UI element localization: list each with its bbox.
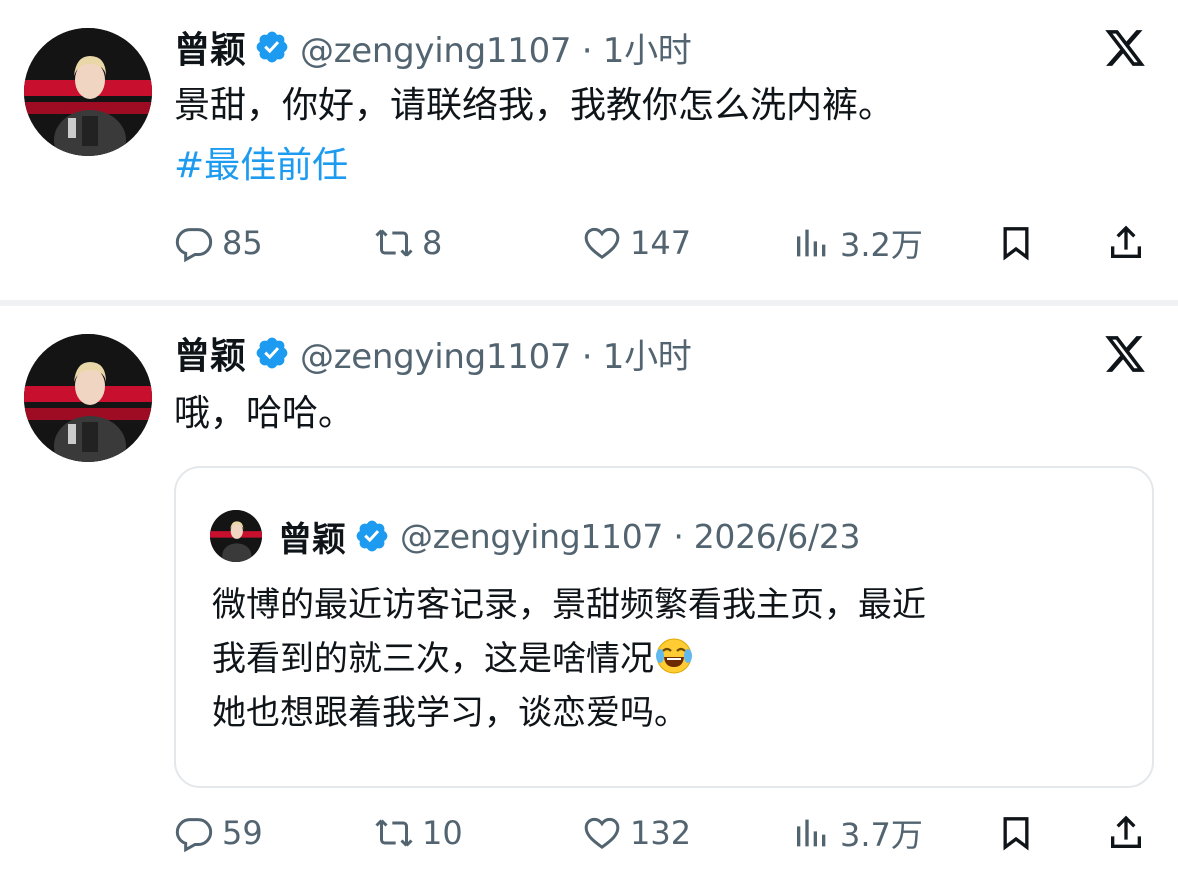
like-button[interactable]: 147 <box>582 218 691 268</box>
x-logo-icon[interactable] <box>1102 332 1148 376</box>
quote-line-text: 我看到的就三次，这是啥情况 <box>212 639 654 679</box>
quote-line: 微博的最近访客记录，景甜频繁看我主页，最近 <box>212 585 926 625</box>
handle-and-time[interactable]: @zengying1107 · 1小时 <box>300 23 692 72</box>
heart-icon <box>584 817 620 849</box>
verified-badge-icon <box>254 335 290 371</box>
repost-icon <box>375 229 413 257</box>
quote-author-name[interactable]: 曾颖 <box>278 512 346 561</box>
quote-line: 她也想跟着我学习，谈恋爱吗。 <box>212 693 688 733</box>
handle-and-time[interactable]: @zengying1107 · 1小时 <box>300 329 692 378</box>
verified-badge-icon <box>254 29 290 65</box>
quote-handle-and-date[interactable]: @zengying1107 · 2026/6/23 <box>400 517 861 556</box>
view-count: 3.7万 <box>840 816 923 854</box>
x-logo-icon[interactable] <box>1102 26 1148 70</box>
quote-line: 我看到的就三次，这是啥情况 <box>212 632 926 686</box>
tweet-actions: 59 10 132 3.7万 <box>174 808 1154 858</box>
quoted-tweet[interactable]: 曾颖 @zengying1107 · 2026/6/23 微博的最近访客记录，景… <box>174 466 1154 788</box>
like-count: 132 <box>630 814 692 852</box>
views-icon <box>797 229 826 257</box>
view-count: 3.2万 <box>840 226 923 264</box>
share-button[interactable] <box>1106 218 1146 268</box>
tweet-text: 景甜，你好，请联络我，我教你怎么洗内裤。 <box>174 85 895 126</box>
verified-badge-icon <box>354 518 390 554</box>
reply-icon <box>175 818 213 853</box>
bookmark-button[interactable] <box>996 218 1036 268</box>
views-button[interactable]: 3.7万 <box>792 808 923 858</box>
share-button[interactable] <box>1106 808 1146 858</box>
tweet-text: 哦，哈哈。 <box>174 393 355 434</box>
avatar[interactable] <box>24 28 152 156</box>
repost-count: 8 <box>422 224 443 262</box>
reply-button[interactable]: 59 <box>174 808 263 858</box>
repost-icon <box>375 819 413 847</box>
tweet-header: 曾颖 @zengying1107 · 1小时 <box>174 21 692 73</box>
quote-header: 曾颖 @zengying1107 · 2026/6/23 <box>278 510 861 562</box>
avatar[interactable] <box>24 334 152 462</box>
repost-button[interactable]: 8 <box>374 218 442 268</box>
tweet-card[interactable]: 曾颖 @zengying1107 · 1小时 哦，哈哈。 曾颖 @zengyin… <box>0 306 1178 884</box>
like-count: 147 <box>630 224 692 262</box>
share-icon <box>1111 225 1141 258</box>
reply-icon <box>175 228 213 263</box>
reply-count: 59 <box>222 814 263 852</box>
bookmark-icon <box>1003 817 1029 851</box>
quote-avatar[interactable] <box>210 510 262 562</box>
tweet-header: 曾颖 @zengying1107 · 1小时 <box>174 327 692 379</box>
face-with-tears-of-joy-icon <box>654 636 694 676</box>
quote-text: 微博的最近访客记录，景甜频繁看我主页，最近 我看到的就三次，这是啥情况 她也想跟… <box>212 578 926 740</box>
bookmark-icon <box>1003 227 1029 261</box>
author-name[interactable]: 曾颖 <box>174 327 246 379</box>
tweet-card[interactable]: 曾颖 @zengying1107 · 1小时 景甜，你好，请联络我，我教你怎么洗… <box>0 0 1178 300</box>
author-name[interactable]: 曾颖 <box>174 21 246 73</box>
views-button[interactable]: 3.2万 <box>792 218 923 268</box>
hashtag-link[interactable]: #最佳前任 <box>174 140 348 192</box>
bookmark-button[interactable] <box>996 808 1036 858</box>
like-button[interactable]: 132 <box>582 808 691 858</box>
views-icon <box>797 819 826 847</box>
reply-button[interactable]: 85 <box>174 218 263 268</box>
repost-button[interactable]: 10 <box>374 808 463 858</box>
tweet-actions: 85 8 147 3.2万 <box>174 218 1154 268</box>
repost-count: 10 <box>422 814 463 852</box>
heart-icon <box>584 227 620 259</box>
share-icon <box>1111 815 1141 848</box>
reply-count: 85 <box>222 224 263 262</box>
